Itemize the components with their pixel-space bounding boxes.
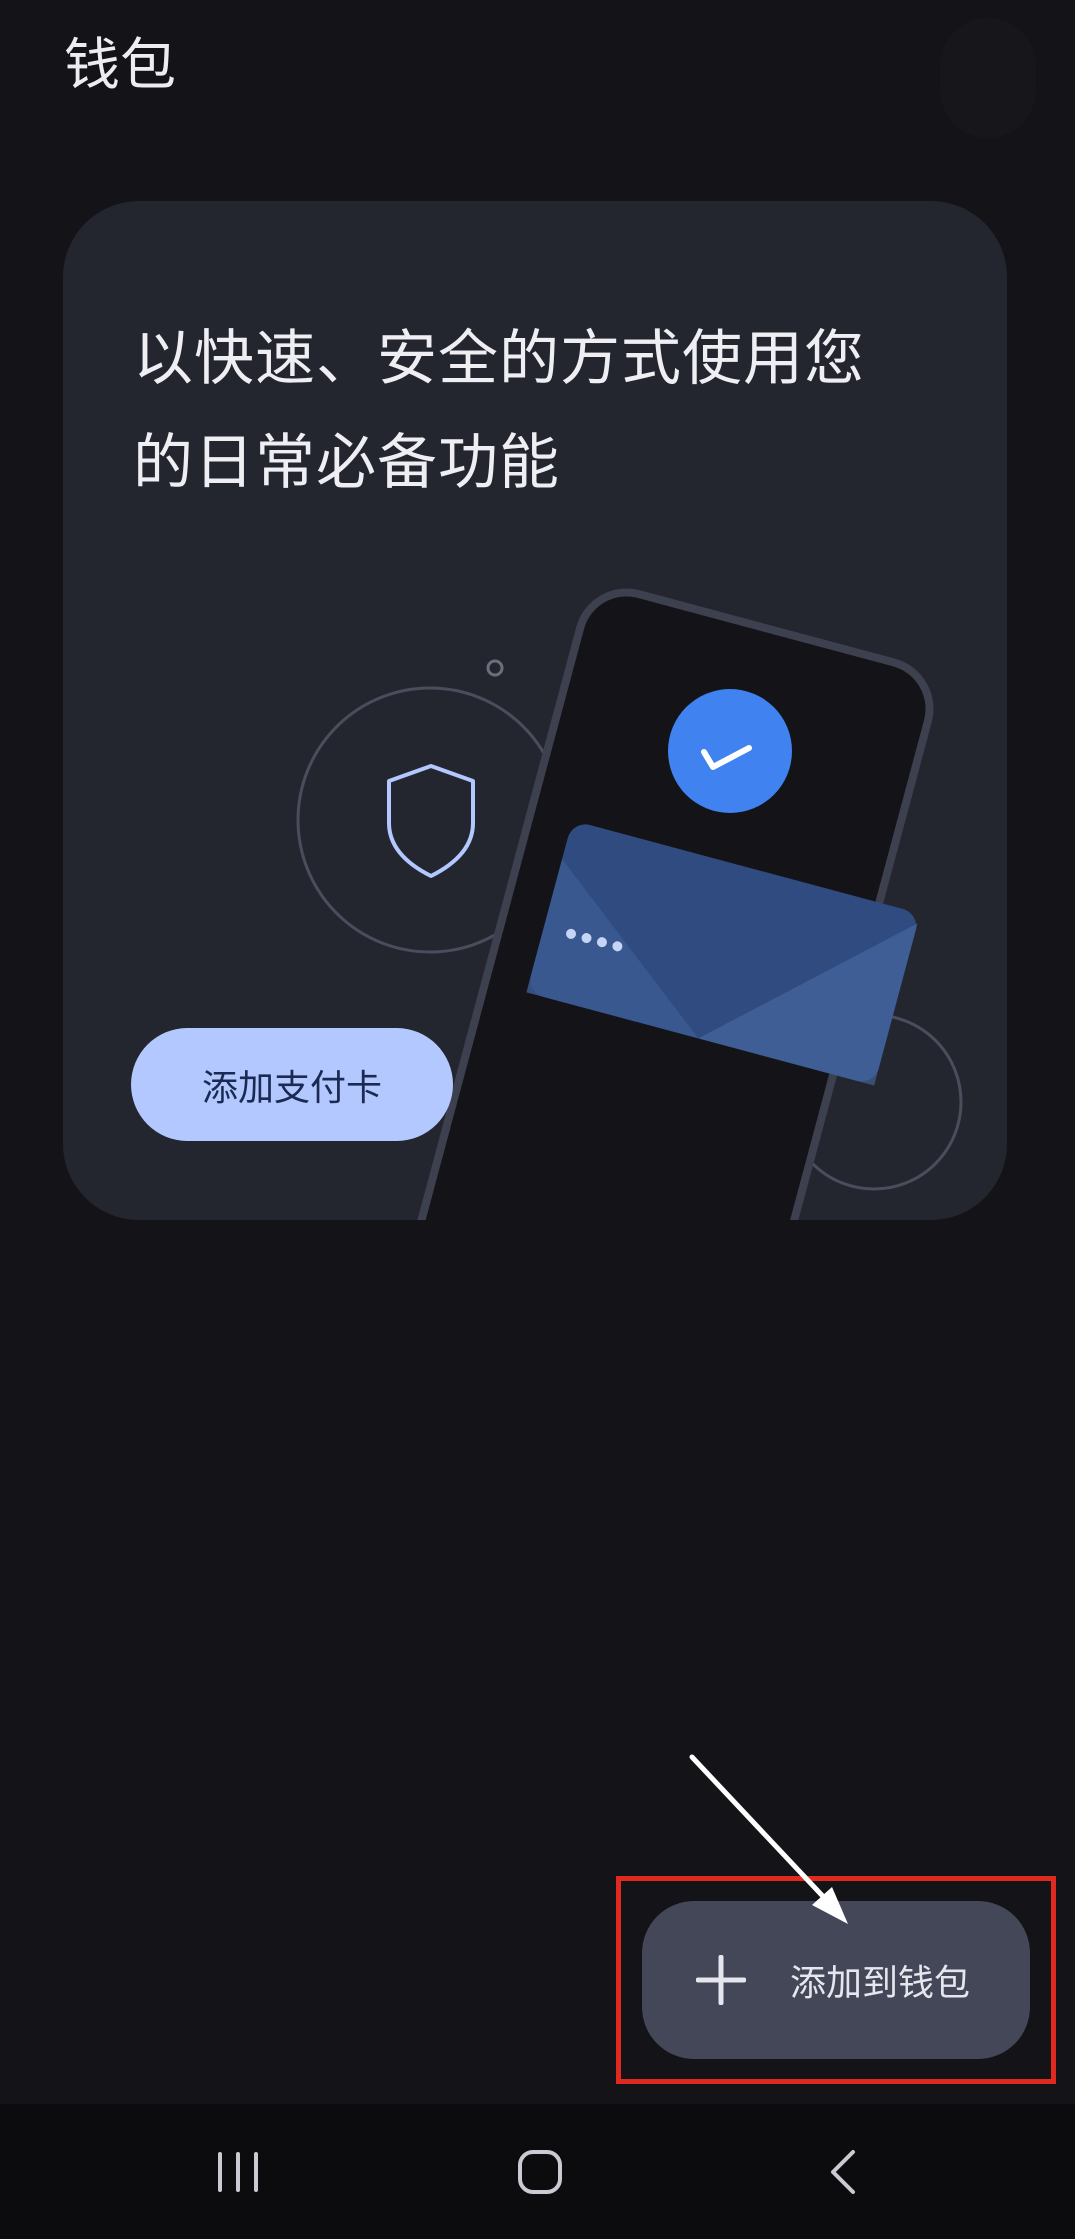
recents-button[interactable] — [158, 2104, 318, 2239]
top-right-placeholder — [940, 18, 1036, 138]
headline-line-2: 的日常必备功能 — [133, 428, 560, 498]
plus-icon — [696, 1955, 746, 2005]
home-icon — [518, 2149, 562, 2194]
add-to-wallet-label: 添加到钱包 — [790, 1963, 971, 2004]
page-title: 钱包 — [64, 33, 176, 98]
recents-icon — [218, 2151, 258, 2192]
check-icon — [668, 689, 792, 813]
shield-icon — [387, 764, 475, 878]
add-payment-card-button[interactable]: 添加支付卡 — [131, 1028, 453, 1141]
back-icon — [831, 2149, 855, 2194]
system-navigation-bar — [0, 2104, 1075, 2239]
add-to-wallet-button[interactable]: 添加到钱包 — [642, 1901, 1030, 2059]
card-headline: 以快速、安全的方式使用您 的日常必备功能 — [133, 307, 953, 515]
wallet-intro-card: 以快速、安全的方式使用您 的日常必备功能 添加支付卡 — [63, 201, 1007, 1220]
back-button[interactable] — [763, 2104, 923, 2239]
home-button[interactable] — [460, 2104, 620, 2239]
headline-line-1: 以快速、安全的方式使用您 — [133, 324, 865, 394]
